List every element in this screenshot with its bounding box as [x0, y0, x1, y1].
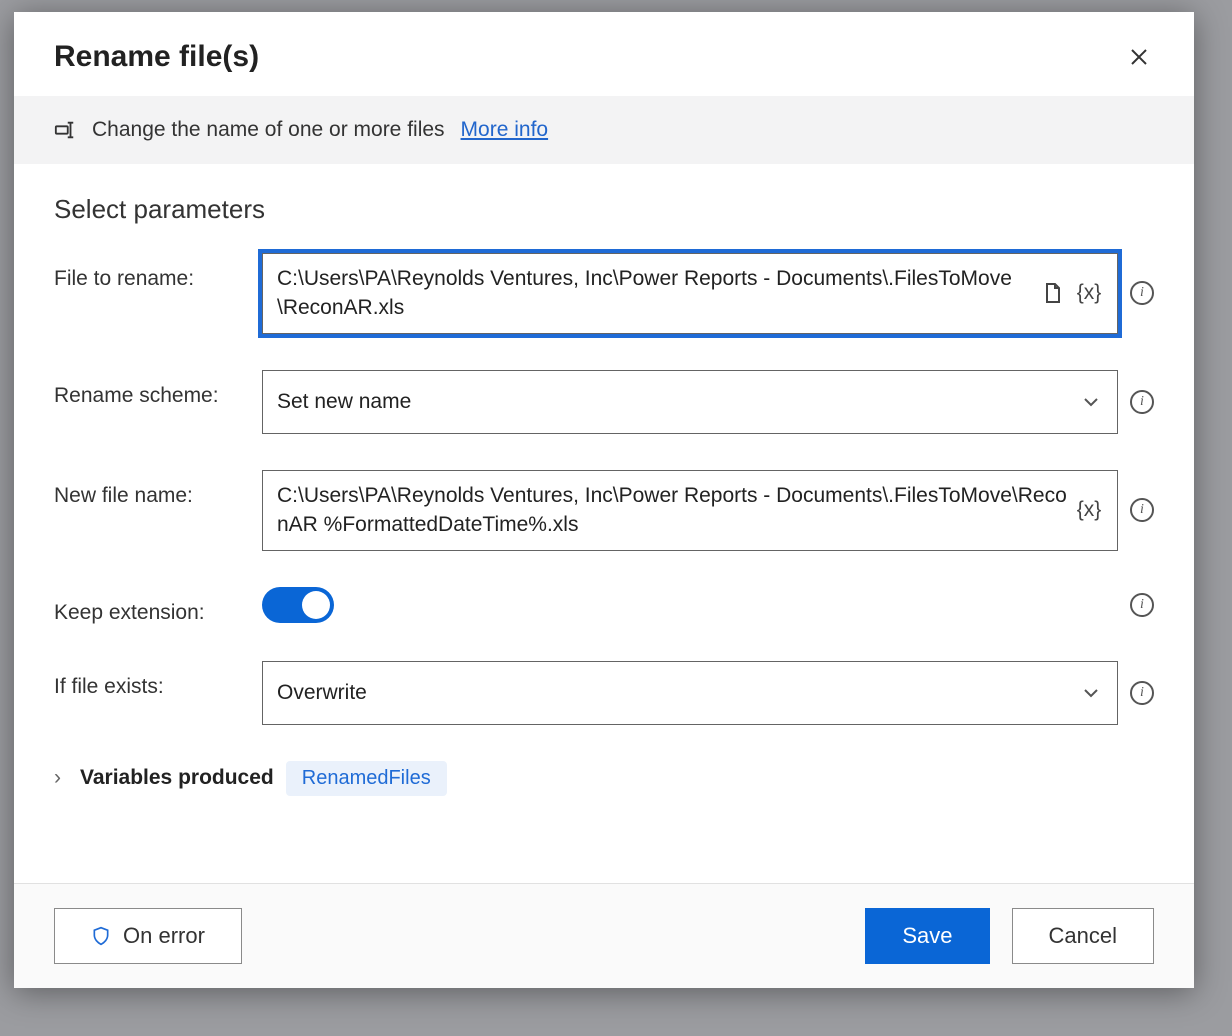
- variables-produced-label: Variables produced: [80, 766, 274, 790]
- label-rename-scheme: Rename scheme:: [54, 370, 244, 408]
- variable-picker-icon[interactable]: {x}: [1075, 281, 1103, 305]
- file-picker-icon[interactable]: [1039, 281, 1067, 305]
- variable-chip[interactable]: RenamedFiles: [286, 761, 447, 796]
- chevron-right-icon: ›: [54, 766, 68, 790]
- variables-produced-row[interactable]: › Variables produced RenamedFiles: [54, 761, 1154, 796]
- row-if-file-exists: If file exists: Overwrite i: [54, 661, 1154, 725]
- close-button[interactable]: [1124, 42, 1154, 72]
- input-new-file-name[interactable]: C:\Users\PA\Reynolds Ventures, Inc\Power…: [262, 470, 1118, 551]
- select-if-file-exists[interactable]: Overwrite: [262, 661, 1118, 725]
- save-label: Save: [902, 923, 952, 949]
- dialog-title: Rename file(s): [54, 40, 259, 74]
- select-rename-scheme[interactable]: Set new name: [262, 370, 1118, 434]
- info-icon[interactable]: i: [1130, 681, 1154, 705]
- info-icon[interactable]: i: [1130, 498, 1154, 522]
- value-rename-scheme: Set new name: [277, 387, 1071, 416]
- dialog-footer: On error Save Cancel: [14, 883, 1194, 988]
- variable-picker-icon[interactable]: {x}: [1075, 498, 1103, 522]
- label-file-to-rename: File to rename:: [54, 253, 244, 291]
- more-info-link[interactable]: More info: [461, 118, 549, 142]
- label-keep-extension: Keep extension:: [54, 587, 244, 625]
- value-if-file-exists: Overwrite: [277, 678, 1071, 707]
- row-file-to-rename: File to rename: C:\Users\PA\Reynolds Ven…: [54, 253, 1154, 334]
- value-new-file-name: C:\Users\PA\Reynolds Ventures, Inc\Power…: [277, 481, 1067, 540]
- on-error-label: On error: [123, 923, 205, 949]
- rename-icon: [54, 119, 76, 141]
- shield-icon: [91, 925, 111, 947]
- toggle-knob: [302, 591, 330, 619]
- dialog-header: Rename file(s): [14, 12, 1194, 96]
- info-icon[interactable]: i: [1130, 593, 1154, 617]
- on-error-button[interactable]: On error: [54, 908, 242, 964]
- cancel-button[interactable]: Cancel: [1012, 908, 1154, 964]
- dialog-body: Select parameters File to rename: C:\Use…: [14, 164, 1194, 883]
- row-new-file-name: New file name: C:\Users\PA\Reynolds Vent…: [54, 470, 1154, 551]
- cancel-label: Cancel: [1049, 923, 1117, 949]
- value-file-to-rename: C:\Users\PA\Reynolds Ventures, Inc\Power…: [277, 264, 1031, 323]
- rename-files-dialog: Rename file(s) Change the name of one or…: [14, 12, 1194, 988]
- info-icon[interactable]: i: [1130, 390, 1154, 414]
- chevron-down-icon: [1079, 390, 1103, 414]
- label-if-file-exists: If file exists:: [54, 661, 244, 699]
- label-new-file-name: New file name:: [54, 470, 244, 508]
- save-button[interactable]: Save: [865, 908, 989, 964]
- row-rename-scheme: Rename scheme: Set new name i: [54, 370, 1154, 434]
- info-bar: Change the name of one or more files Mor…: [14, 96, 1194, 164]
- toggle-keep-extension[interactable]: [262, 587, 334, 623]
- row-keep-extension: Keep extension: i: [54, 587, 1154, 625]
- chevron-down-icon: [1079, 681, 1103, 705]
- info-text: Change the name of one or more files: [92, 118, 445, 142]
- close-icon: [1129, 47, 1149, 67]
- info-icon[interactable]: i: [1130, 281, 1154, 305]
- section-title: Select parameters: [54, 194, 1154, 225]
- input-file-to-rename[interactable]: C:\Users\PA\Reynolds Ventures, Inc\Power…: [262, 253, 1118, 334]
